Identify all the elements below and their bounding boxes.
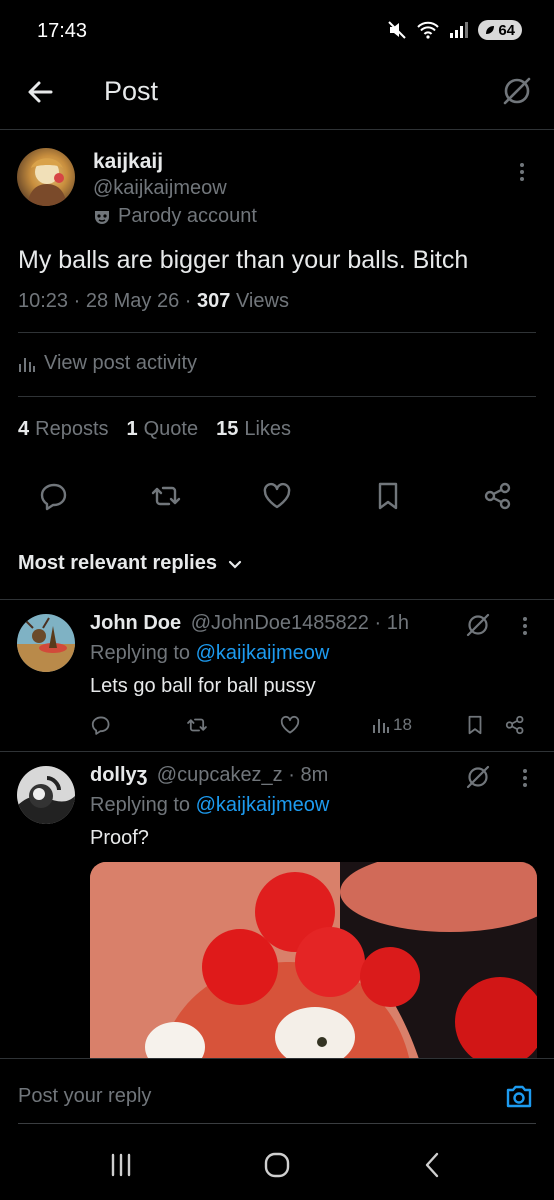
reply-text: Lets go ball for ball pussy — [90, 675, 316, 697]
views-label: Views — [235, 290, 289, 312]
mask-icon — [95, 210, 109, 224]
mute-icon — [388, 21, 407, 39]
grok-icon[interactable] — [465, 764, 491, 790]
replying-to: Replying to @kaijkaijmeow — [90, 642, 329, 665]
repost-icon[interactable] — [186, 714, 208, 736]
grok-icon[interactable] — [500, 74, 534, 108]
share-icon[interactable] — [504, 714, 526, 736]
reply-item[interactable]: John Doe @JohnDoe1485822 · 1h Replying t… — [0, 600, 554, 750]
reply-avatar[interactable] — [17, 766, 75, 824]
divider — [18, 396, 536, 397]
composer-underline — [18, 1123, 536, 1124]
more-icon[interactable] — [512, 160, 532, 184]
media-art — [90, 862, 537, 1062]
more-icon[interactable] — [515, 766, 535, 790]
avatar-art — [17, 776, 75, 824]
reposts-count: 4 — [18, 418, 30, 440]
bookmark-icon[interactable] — [372, 480, 404, 512]
likes-count: 15 — [216, 418, 239, 440]
reply-time: 1h — [386, 612, 409, 634]
signal-icon — [450, 22, 469, 38]
status-time: 17:43 — [37, 20, 88, 42]
reply-text: Proof? — [90, 827, 149, 849]
post-date: 28 May 26 — [85, 290, 180, 312]
back-icon[interactable] — [418, 1150, 448, 1180]
status-icons: 64 — [387, 20, 522, 40]
battery-level: 64 — [498, 21, 515, 39]
replying-prefix: Replying to — [90, 642, 191, 664]
avatar-art — [17, 617, 75, 672]
reply-author-name[interactable]: John Doe — [90, 612, 181, 634]
reply-views-count: 18 — [393, 715, 412, 734]
back-arrow-icon[interactable] — [24, 76, 56, 108]
post-time: 10:23 — [18, 290, 69, 312]
engagement-counts: 4 Reposts 1 Quote 15 Likes — [18, 418, 291, 441]
reply-avatar[interactable] — [17, 614, 75, 672]
bookmark-icon[interactable] — [464, 714, 486, 736]
quotes-count: 1 — [126, 418, 138, 440]
parody-badge: Parody account — [93, 205, 257, 228]
grok-icon[interactable] — [465, 612, 491, 638]
recents-icon[interactable] — [106, 1150, 136, 1180]
share-icon[interactable] — [482, 480, 514, 512]
quotes-stat[interactable]: 1 Quote — [127, 418, 199, 441]
author-avatar[interactable] — [17, 148, 75, 206]
reposts-label: Reposts — [35, 418, 109, 440]
more-icon[interactable] — [515, 614, 535, 638]
reply-icon[interactable] — [38, 480, 70, 512]
bar-chart-icon — [19, 357, 35, 372]
reply-views[interactable]: 18 — [372, 715, 412, 735]
system-nav-bar — [0, 1128, 554, 1200]
author-name[interactable]: kaijkaij — [93, 150, 163, 174]
avatar-art — [27, 158, 67, 206]
camera-icon[interactable] — [504, 1081, 534, 1111]
top-bar: Post — [0, 60, 554, 130]
replying-prefix: Replying to — [90, 794, 191, 816]
reply-header: dollyʒ @cupcakez_z · 8m — [90, 764, 329, 786]
reply-media-image[interactable] — [90, 862, 537, 1062]
author-handle[interactable]: @kaijkaijmeow — [93, 177, 227, 200]
post-meta: 10:23 · 28 May 26 · 307 Views — [18, 290, 289, 312]
reply-author-handle[interactable]: @cupcakez_z — [157, 764, 283, 786]
battery-saver-icon — [486, 26, 495, 34]
sort-label: Most relevant replies — [18, 552, 217, 574]
quotes-label: Quote — [143, 418, 199, 440]
status-bar: 17:43 64 — [0, 0, 554, 60]
reply-author-handle[interactable]: @JohnDoe1485822 — [191, 612, 369, 634]
parody-label: Parody account — [118, 205, 257, 227]
likes-stat[interactable]: 15 Likes — [216, 418, 291, 441]
reply-composer: Post your reply — [0, 1058, 554, 1128]
reposts-stat[interactable]: 4 Reposts — [18, 418, 109, 441]
like-icon[interactable] — [261, 480, 293, 512]
views-count: 307 — [197, 290, 231, 312]
reply-icon[interactable] — [90, 714, 112, 736]
reply-author-name[interactable]: dollyʒ — [90, 764, 147, 786]
repost-icon[interactable] — [150, 480, 182, 512]
battery-indicator: 64 — [478, 20, 522, 40]
divider — [18, 332, 536, 333]
activity-label: View post activity — [44, 352, 198, 374]
view-activity-link[interactable]: View post activity — [18, 352, 197, 375]
reply-input[interactable]: Post your reply — [18, 1085, 151, 1108]
replies-sort-dropdown[interactable]: Most relevant replies — [18, 552, 243, 575]
home-icon[interactable] — [262, 1150, 292, 1180]
replying-to: Replying to @kaijkaijmeow — [90, 794, 329, 817]
reply-time: 8m — [300, 764, 329, 786]
page-title: Post — [104, 76, 159, 106]
like-icon[interactable] — [279, 714, 301, 736]
chevron-down-icon — [228, 560, 242, 569]
post-text: My balls are bigger than your balls. Bit… — [18, 246, 469, 274]
bar-chart-icon — [373, 719, 389, 733]
reply-header: John Doe @JohnDoe1485822 · 1h — [90, 612, 409, 634]
likes-label: Likes — [244, 418, 292, 440]
replying-to-link[interactable]: @kaijkaijmeow — [196, 642, 330, 664]
post-actions — [0, 476, 554, 516]
wifi-icon — [417, 21, 440, 39]
replying-to-link[interactable]: @kaijkaijmeow — [196, 794, 330, 816]
